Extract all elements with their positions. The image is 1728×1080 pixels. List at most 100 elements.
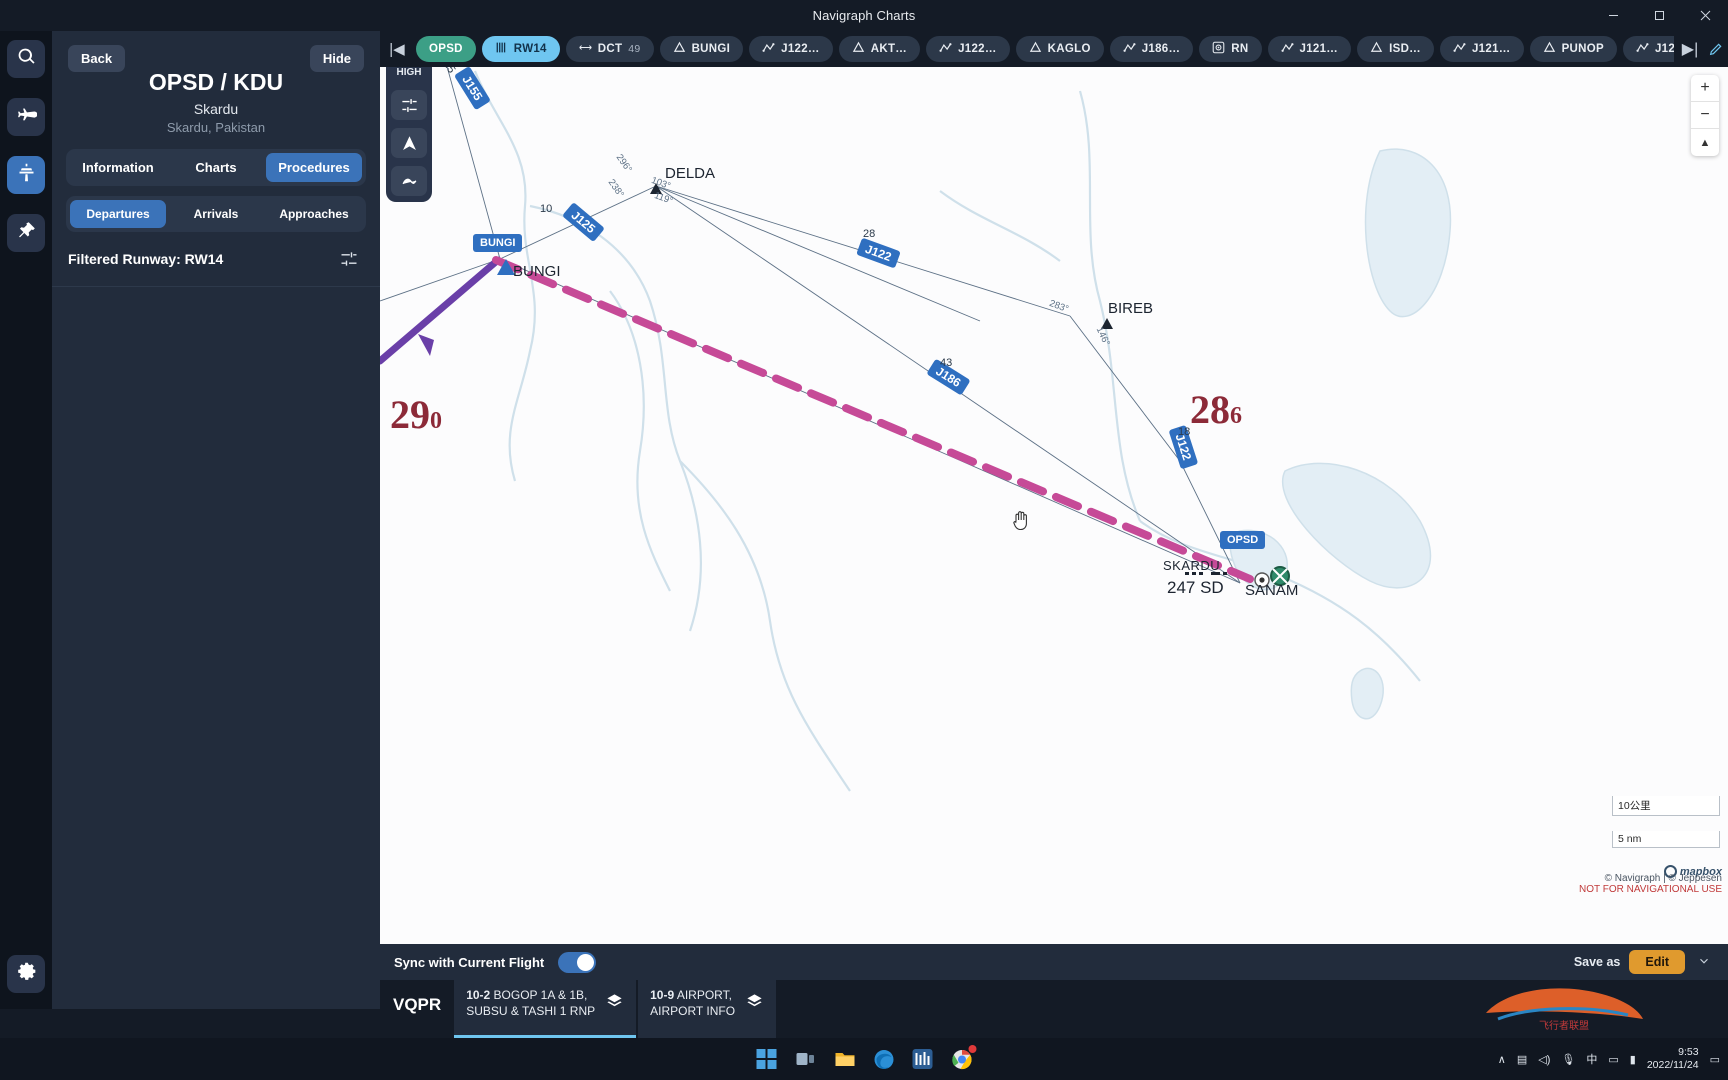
- start-windows-icon[interactable]: [754, 1046, 780, 1072]
- chip-j121-a[interactable]: J121…: [1267, 36, 1352, 62]
- map-control-stack: IFRHIGH: [386, 47, 432, 202]
- mora-grid-left: 290: [390, 392, 442, 437]
- settings-gear-icon: [16, 961, 37, 987]
- chip-j121-b[interactable]: J121…: [1439, 36, 1524, 62]
- sync-toggle[interactable]: [558, 951, 597, 973]
- chip-punop[interactable]: PUNOP: [1529, 36, 1617, 62]
- rail-item-flights[interactable]: [7, 98, 45, 136]
- waypoint-badge-opsd: OPSD: [1220, 531, 1266, 549]
- tab-arrivals[interactable]: Arrivals: [168, 200, 264, 228]
- minimize-button[interactable]: [1590, 0, 1636, 31]
- svg-text:飞行者联盟: 飞行者联盟: [1539, 1019, 1589, 1031]
- back-button[interactable]: Back: [68, 45, 126, 72]
- tab-procedures[interactable]: Procedures: [266, 153, 362, 182]
- airport-name: Skardu: [193, 101, 239, 117]
- clipboard-icon[interactable]: ▤: [1517, 1053, 1527, 1066]
- sync-label: Sync with Current Flight: [394, 954, 545, 970]
- compass-reset-button[interactable]: ▲: [1691, 129, 1719, 156]
- toggle-knob: [577, 953, 595, 971]
- tab-information[interactable]: Information: [70, 153, 166, 182]
- pencil-icon[interactable]: [1704, 34, 1728, 64]
- rail-item-airports[interactable]: [7, 156, 45, 194]
- tab-approaches[interactable]: Approaches: [266, 200, 362, 228]
- route-chip-bar: |◀ OPSD RW14 DCT 49 BUNGI J122… AKT… J12…: [380, 31, 1728, 67]
- terrain-icon[interactable]: [391, 166, 427, 196]
- task-view-icon[interactable]: [793, 1046, 819, 1072]
- map-label-bireb: BIREB: [1108, 300, 1154, 317]
- mora-grid-right: 286: [1190, 387, 1242, 432]
- map-label-delda: DELDA: [665, 165, 716, 182]
- hide-button[interactable]: Hide: [309, 45, 364, 72]
- rail-item-settings[interactable]: [7, 955, 45, 993]
- map-label-bungi: BUNGI: [513, 263, 561, 280]
- runway-icon: [495, 41, 508, 57]
- chipbar-collapse-left[interactable]: |◀: [384, 34, 410, 64]
- chrome-browser-icon[interactable]: [949, 1045, 977, 1072]
- airway-distance-3: 28: [863, 228, 876, 240]
- north-arrow-icon[interactable]: [391, 128, 427, 158]
- panel-header: Back Hide OPSD / KDU Skardu Skardu, Paki…: [52, 31, 380, 135]
- chip-kaglo[interactable]: KAGLO: [1015, 36, 1104, 62]
- chipbar-collapse-right[interactable]: ▶|: [1678, 34, 1702, 64]
- sliders-icon[interactable]: [334, 246, 364, 272]
- watermark-graphic: 飞行者联盟: [1478, 979, 1648, 1036]
- notification-center-icon[interactable]: ▭: [1710, 1053, 1720, 1066]
- microphone-icon[interactable]: 🎙: [1561, 1053, 1575, 1066]
- map-filters-icon[interactable]: [391, 90, 427, 120]
- chip-j186[interactable]: J186…: [1109, 36, 1194, 62]
- chip-j122-b[interactable]: J122…: [926, 36, 1010, 62]
- chip-opsd[interactable]: OPSD: [416, 36, 476, 62]
- map-vector-layer: [380, 40, 1452, 792]
- maximize-button[interactable]: [1636, 0, 1682, 31]
- show-hidden-icons[interactable]: ∧: [1498, 1053, 1506, 1066]
- triangle-icon: [1543, 41, 1556, 57]
- zoom-in-button[interactable]: +: [1691, 75, 1719, 102]
- page-title: OPSD / KDU: [148, 69, 284, 95]
- chip-rw14[interactable]: RW14: [481, 36, 560, 62]
- chart-tab-10-2[interactable]: 10-2 BOGOP 1A & 1B, SUBSU & TASHI 1 RNP: [454, 980, 637, 1038]
- chart-tab-10-2-text: 10-2 BOGOP 1A & 1B, SUBSU & TASHI 1 RNP: [466, 987, 596, 1018]
- pin-icon: [16, 220, 37, 246]
- file-explorer-icon[interactable]: [832, 1046, 858, 1072]
- layers-icon[interactable]: [745, 992, 764, 1016]
- sync-bar: Sync with Current Flight Save as Edit: [380, 944, 1728, 980]
- taskbar-clock[interactable]: 9:53 2022/11/24: [1647, 1046, 1699, 1072]
- airplane-icon: [16, 104, 37, 130]
- clock-date: 2022/11/24: [1646, 1059, 1699, 1071]
- zoom-out-button[interactable]: −: [1691, 102, 1719, 129]
- volume-icon[interactable]: ◁): [1538, 1053, 1550, 1066]
- tab-departures[interactable]: Departures: [70, 200, 166, 228]
- airway-icon: [762, 41, 775, 57]
- map-label-sanam: SANAM: [1245, 582, 1299, 599]
- chevron-down-icon[interactable]: [1694, 954, 1714, 971]
- rail-item-search[interactable]: [7, 40, 45, 78]
- scale-bar-nm: 5 nm: [1612, 831, 1720, 848]
- rail-item-pinned[interactable]: [7, 214, 45, 252]
- chip-dct[interactable]: DCT 49: [565, 36, 654, 62]
- chip-bungi[interactable]: BUNGI: [659, 36, 744, 62]
- left-rail: [0, 31, 52, 1009]
- chip-isd[interactable]: ISD…: [1357, 36, 1434, 62]
- clock-time: 9:53: [1678, 1045, 1699, 1058]
- save-as-button[interactable]: Save as: [1574, 955, 1621, 969]
- battery-icon[interactable]: ▮: [1630, 1053, 1636, 1066]
- network-icon[interactable]: ▭: [1608, 1053, 1618, 1066]
- edge-browser-icon[interactable]: [871, 1046, 897, 1072]
- chip-rn[interactable]: RN: [1199, 36, 1262, 62]
- chip-j122-a[interactable]: J122…: [749, 36, 833, 62]
- taskbar-tray: ∧ ▤ ◁) 🎙 中 ▭ ▮ 9:53 2022/11/24 ▭: [1498, 1046, 1720, 1072]
- triangle-icon: [852, 41, 865, 57]
- sync-actions: Save as Edit: [1574, 950, 1714, 974]
- close-button[interactable]: [1682, 0, 1728, 31]
- tab-charts[interactable]: Charts: [168, 153, 264, 182]
- chart-tab-10-9[interactable]: 10-9 AIRPORT, AIRPORT INFO: [638, 980, 777, 1038]
- edit-button[interactable]: Edit: [1629, 950, 1685, 974]
- vor-icon: [1212, 41, 1225, 57]
- navigraph-app-icon[interactable]: [910, 1046, 936, 1072]
- chip-akt[interactable]: AKT…: [838, 36, 921, 62]
- ime-icon[interactable]: 中: [1586, 1051, 1597, 1067]
- triangle-icon: [673, 41, 686, 57]
- layers-icon[interactable]: [605, 992, 624, 1016]
- direct-icon: [579, 41, 592, 57]
- map-canvas[interactable]: 290 286 DELDA BUNGI BIREB SANAM SKARDU 2…: [380, 31, 1728, 944]
